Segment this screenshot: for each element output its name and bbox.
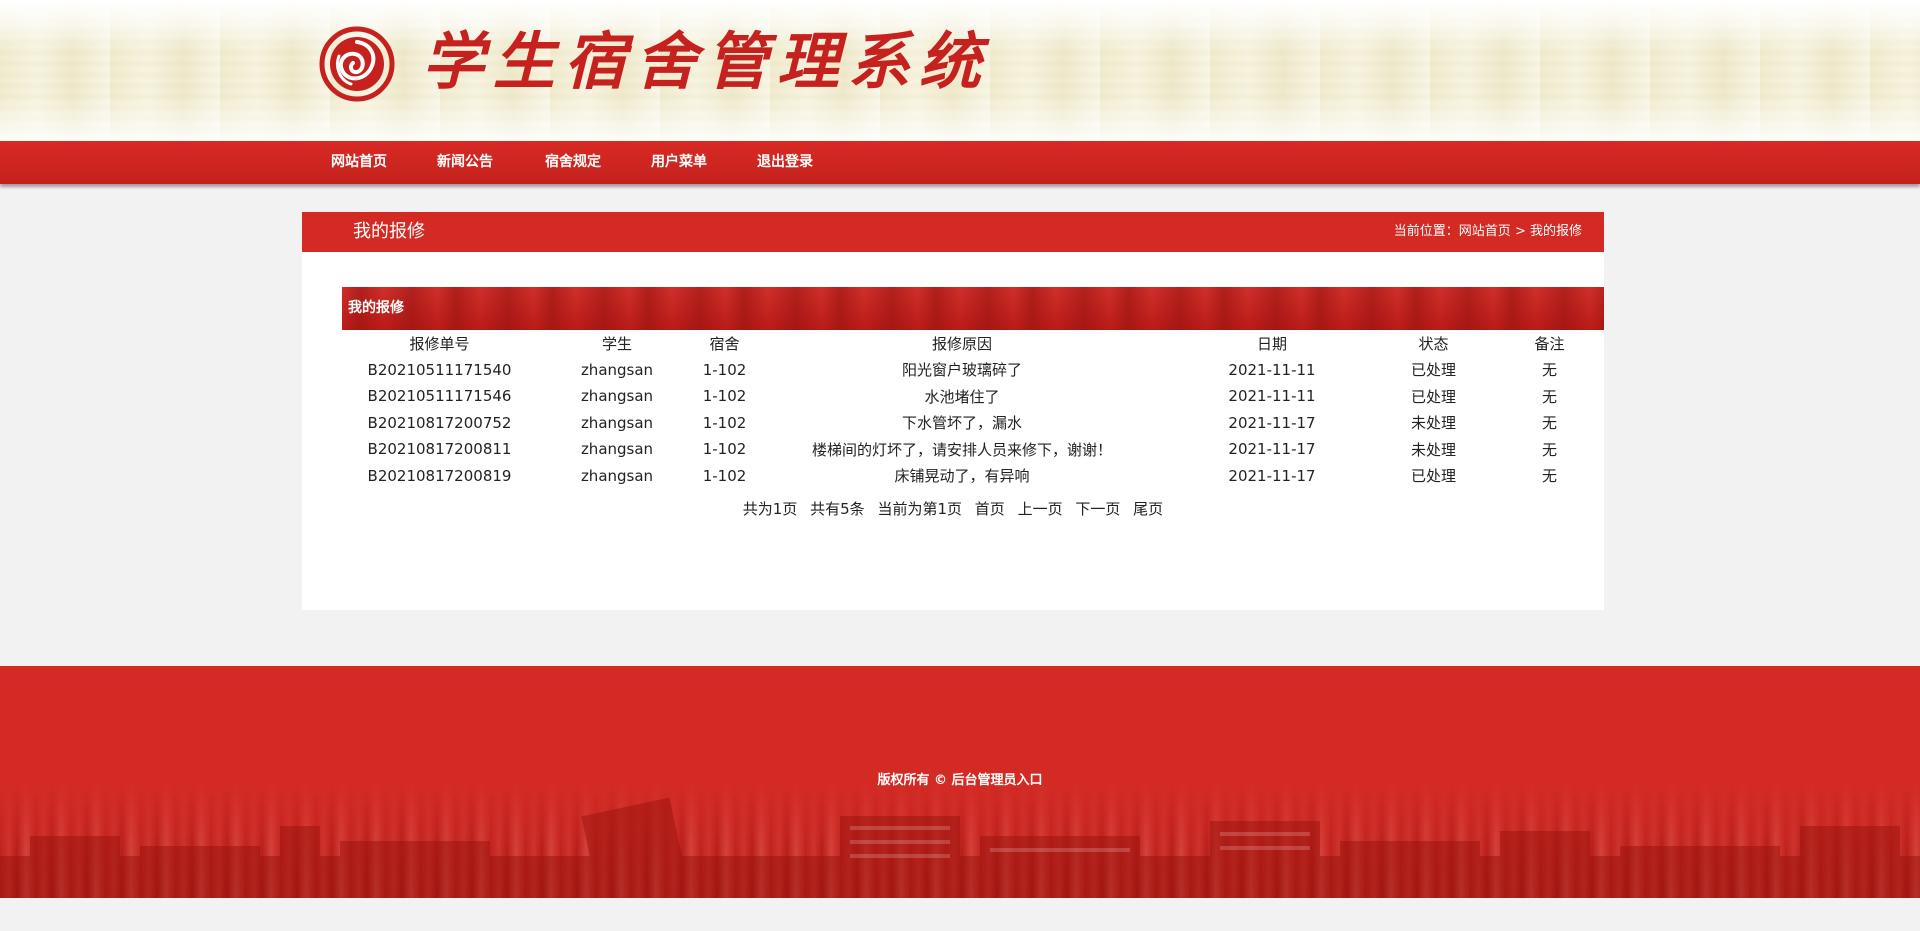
cell-status: 已处理 (1410, 387, 1456, 406)
table-row: B20210817200811 zhangsan 1-102 楼梯间的灯坏了，请… (342, 436, 1604, 463)
cell-status: 已处理 (1410, 361, 1456, 380)
cell-date: 2021-11-17 (1228, 413, 1316, 432)
copyright-text: 版权所有 © (877, 773, 947, 788)
cell-order-no: B20210511171540 (367, 360, 512, 379)
cell-dorm: 1-102 (702, 466, 747, 485)
banner-fade (0, 96, 1920, 141)
cell-student: zhangsan (580, 360, 654, 379)
cell-dorm: 1-102 (702, 440, 747, 459)
cell-status: 未处理 (1410, 414, 1456, 433)
cell-student: zhangsan (580, 387, 654, 406)
table-row: B20210511171540 zhangsan 1-102 阳光窗户玻璃碎了 … (342, 357, 1604, 384)
site-title: 学生宿舍管理系统 (422, 25, 991, 98)
column-header: 备注 (1534, 334, 1565, 353)
nav-item-logout[interactable]: 退出登录 (757, 141, 813, 184)
nav-item-rules[interactable]: 宿舍规定 (545, 141, 601, 184)
nav-item-news[interactable]: 新闻公告 (437, 141, 493, 184)
breadcrumb: 当前位置：网站首页 > 我的报修 (1394, 212, 1582, 252)
cell-date: 2021-11-17 (1228, 466, 1316, 485)
breadcrumb-separator: > (1514, 224, 1526, 239)
table-row: B20210817200819 zhangsan 1-102 床铺晃动了，有异响… (342, 463, 1604, 490)
cell-order-no: B20210511171546 (367, 387, 512, 406)
cell-status: 已处理 (1410, 467, 1456, 486)
page-title: 我的报修 (353, 221, 425, 242)
pager-next-link[interactable]: 下一页 (1075, 500, 1120, 518)
table-row: B20210817200752 zhangsan 1-102 下水管坏了，漏水 … (342, 410, 1604, 437)
footer-copyright: 版权所有 © 后台管理员入口 (0, 769, 1920, 788)
cell-remark: 无 (1541, 387, 1557, 406)
cell-reason: 床铺晃动了，有异响 (894, 467, 1030, 486)
campus-skyline-image (0, 797, 1920, 898)
pager-prev-link[interactable]: 上一页 (1018, 500, 1063, 518)
cell-dorm: 1-102 (702, 413, 747, 432)
cell-reason: 水池堵住了 (924, 387, 1000, 406)
column-header: 状态 (1418, 334, 1449, 353)
column-header: 日期 (1256, 334, 1287, 353)
cell-reason: 阳光窗户玻璃碎了 (901, 361, 1022, 380)
cell-remark: 无 (1541, 467, 1557, 486)
section-header-bar: 我的报修 (342, 287, 1604, 330)
cell-reason: 楼梯间的灯坏了，请安排人员来修下，谢谢！ (811, 440, 1112, 459)
panel-header: 我的报修 当前位置：网站首页 > 我的报修 (302, 212, 1604, 252)
cell-date: 2021-11-11 (1228, 387, 1316, 406)
cell-remark: 无 (1541, 361, 1557, 380)
nav-item-home[interactable]: 网站首页 (331, 141, 387, 184)
cell-date: 2021-11-17 (1228, 440, 1316, 459)
pagination: 共为1页 共有5条 当前为第1页 首页 上一页 下一页 尾页 (302, 498, 1604, 519)
cell-student: zhangsan (580, 440, 654, 459)
cell-reason: 下水管坏了，漏水 (901, 414, 1022, 433)
admin-login-link[interactable]: 后台管理员入口 (952, 773, 1043, 788)
pager-first-link[interactable]: 首页 (975, 500, 1005, 518)
column-header: 学生 (601, 334, 632, 353)
pager-total-pages: 共为1页 (742, 500, 798, 518)
cell-order-no: B20210817200811 (367, 440, 512, 459)
column-header: 报修原因 (931, 334, 992, 353)
cell-student: zhangsan (580, 413, 654, 432)
content-panel: 我的报修 当前位置：网站首页 > 我的报修 我的报修 报修单号 学生 宿舍 报修… (302, 212, 1604, 610)
cell-remark: 无 (1541, 414, 1557, 433)
main-nav: 网站首页 新闻公告 宿舍规定 用户菜单 退出登录 (0, 141, 1920, 184)
footer: 版权所有 © 后台管理员入口 (0, 666, 1920, 898)
pager-last-link[interactable]: 尾页 (1133, 500, 1163, 518)
cell-date: 2021-11-11 (1228, 360, 1316, 379)
red-seal-logo-icon (319, 26, 395, 102)
pager-current-page: 当前为第1页 (877, 500, 962, 518)
cell-order-no: B20210817200819 (367, 466, 512, 485)
column-header: 报修单号 (409, 334, 470, 353)
section-title: 我的报修 (348, 300, 404, 316)
table-header-row: 报修单号 学生 宿舍 报修原因 日期 状态 备注 (342, 330, 1604, 357)
cell-remark: 无 (1541, 440, 1557, 459)
cell-order-no: B20210817200752 (367, 413, 512, 432)
breadcrumb-home-link[interactable]: 网站首页 (1459, 224, 1511, 239)
pager-total-items: 共有5条 (810, 500, 865, 518)
cell-dorm: 1-102 (702, 360, 747, 379)
column-header: 宿舍 (709, 334, 740, 353)
cell-status: 未处理 (1410, 440, 1456, 459)
cell-dorm: 1-102 (702, 387, 747, 406)
breadcrumb-current: 我的报修 (1529, 224, 1582, 239)
repair-table: 报修单号 学生 宿舍 报修原因 日期 状态 备注 B20210511171540… (342, 330, 1604, 489)
nav-item-user-menu[interactable]: 用户菜单 (651, 141, 707, 184)
header-banner: 学生宿舍管理系统 (0, 0, 1920, 141)
breadcrumb-prefix: 当前位置： (1393, 224, 1459, 239)
cell-student: zhangsan (580, 466, 654, 485)
table-row: B20210511171546 zhangsan 1-102 水池堵住了 202… (342, 383, 1604, 410)
